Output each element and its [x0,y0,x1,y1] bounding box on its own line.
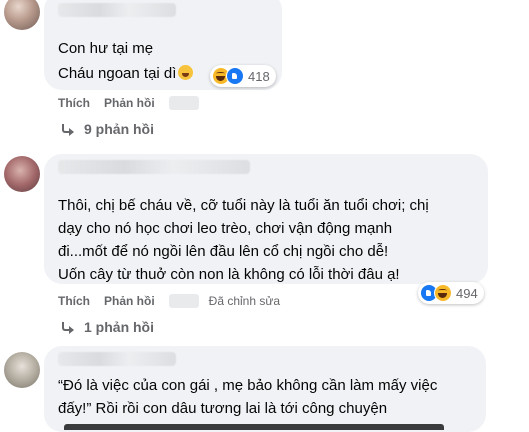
like-link[interactable]: Thích [58,96,90,110]
like-reaction-icon [226,67,244,85]
comment-actions: Thích Phản hồi [58,96,209,110]
reply-arrow-icon [62,124,74,136]
avatar[interactable] [4,156,40,192]
comment-text-line: đấy!” Rồi rồi con dâu tương lai là tới c… [58,400,388,417]
reply-link[interactable]: Phản hồi [104,96,155,110]
avatar[interactable] [4,352,40,388]
edited-label: Đã chỉnh sửa [208,294,281,308]
comment-text-line: Con hư tại mẹ [58,40,154,57]
timestamp[interactable] [168,96,199,110]
comment-text-line-content: Cháu ngoan tại dì [58,65,177,82]
reply-link[interactable]: Phản hồi [104,294,155,308]
like-link[interactable]: Thích [58,294,90,308]
reaction-count: 418 [248,68,270,84]
commenter-name[interactable] [58,3,176,17]
view-replies-link[interactable]: 1 phản hồi [62,319,154,335]
comment-text-line: Thôi, chị bế cháu về, cỡ tuổi này là tuổ… [58,197,429,214]
reply-arrow-icon [62,322,74,334]
reaction-summary[interactable]: 418 [210,65,276,87]
timestamp[interactable] [168,294,199,308]
comment-text-line: Cháu ngoan tại dì [58,63,194,85]
avatar[interactable] [4,0,40,30]
comment-text-line: “Đó là việc của con gái , mẹ bảo không c… [58,377,438,394]
next-content-edge [64,424,444,430]
replies-count-label: 9 phản hồi [84,121,154,137]
haha-reaction-icon [434,284,452,302]
reaction-count: 494 [456,285,478,301]
commenter-name[interactable] [58,160,250,174]
view-replies-link[interactable]: 9 phản hồi [62,121,154,137]
rofl-emoji-icon [178,65,194,80]
comment-actions: Thích Phản hồi Đã chỉnh sửa [58,294,280,308]
comment-text-line: Uốn cây từ thuở còn non là không có lỗi … [58,266,400,283]
comment-text-line: dạy cho nó học chơi leo trèo, chơi vận đ… [58,220,393,237]
reaction-summary[interactable]: 494 [418,282,484,304]
commenter-name[interactable] [58,352,176,366]
comment-text-line: đi...mốt để nó ngồi lên đầu lên cổ chị n… [58,243,389,260]
replies-count-label: 1 phản hồi [84,319,154,335]
